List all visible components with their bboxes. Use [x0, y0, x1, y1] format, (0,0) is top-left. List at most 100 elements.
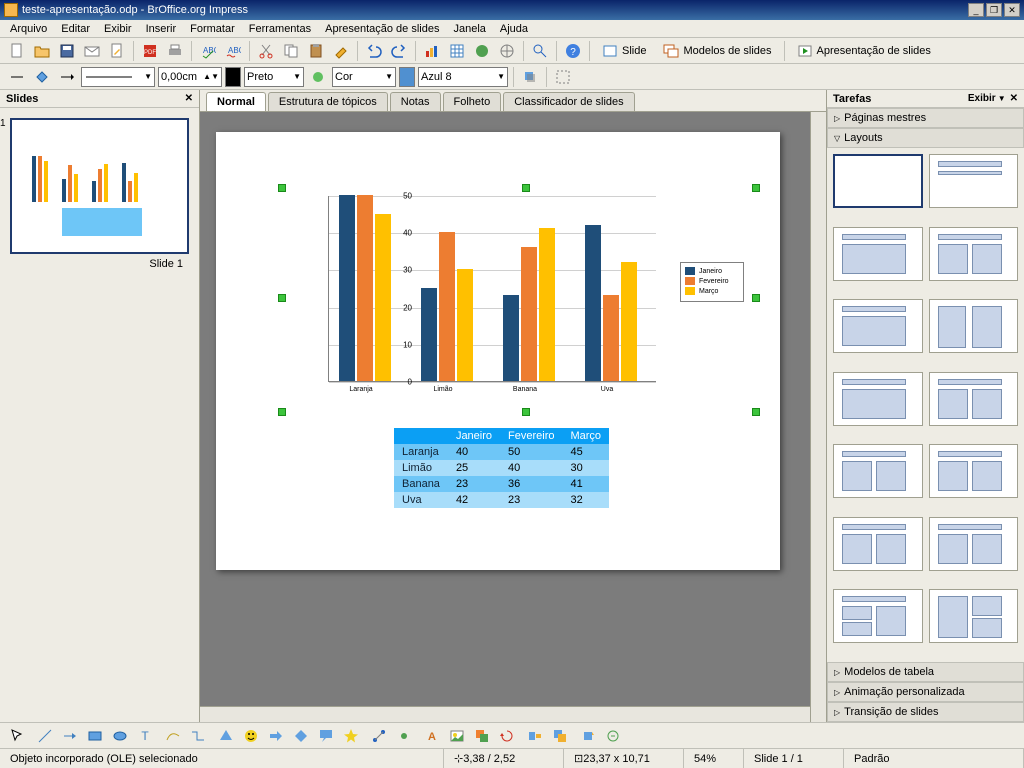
tasks-view-label[interactable]: Exibir — [968, 93, 996, 104]
dropdown-icon[interactable]: ▼ — [998, 94, 1006, 103]
ellipse-icon[interactable] — [109, 725, 131, 747]
vertical-scrollbar[interactable] — [810, 112, 826, 722]
layout-option[interactable] — [929, 227, 1019, 281]
arrow-ends-icon[interactable] — [56, 66, 78, 88]
section-table-models[interactable]: ▷Modelos de tabela — [827, 662, 1024, 682]
shadow-icon[interactable] — [519, 66, 541, 88]
callout-icon[interactable] — [315, 725, 337, 747]
redo-icon[interactable] — [388, 40, 410, 62]
text-icon[interactable]: T — [134, 725, 156, 747]
layout-option[interactable] — [833, 372, 923, 426]
close-button[interactable]: ✕ — [1004, 3, 1020, 17]
mail-icon[interactable] — [81, 40, 103, 62]
layout-option[interactable] — [929, 299, 1019, 353]
line-style-combo[interactable]: ▼ — [81, 67, 155, 87]
layout-option[interactable] — [833, 154, 923, 208]
basic-shapes-icon[interactable] — [215, 725, 237, 747]
edit-doc-icon[interactable] — [106, 40, 128, 62]
gallery-icon[interactable] — [471, 725, 493, 747]
menu-formatar[interactable]: Formatar — [184, 21, 241, 37]
arrange-icon[interactable] — [549, 725, 571, 747]
tab-folheto[interactable]: Folheto — [443, 92, 502, 111]
slide-button[interactable]: Slide — [595, 40, 653, 62]
slide-page[interactable]: 01020304050 LaranjaLimãoBananaUva Janeir… — [216, 132, 780, 570]
line-style-icon[interactable] — [6, 66, 28, 88]
layout-option[interactable] — [929, 517, 1019, 571]
menu-inserir[interactable]: Inserir — [140, 21, 183, 37]
section-masters[interactable]: ▷Páginas mestres — [827, 108, 1024, 128]
rotate-icon[interactable] — [496, 725, 518, 747]
layout-option[interactable] — [929, 372, 1019, 426]
select-icon[interactable] — [6, 725, 28, 747]
selection-handle-icon[interactable] — [752, 184, 760, 192]
curve-icon[interactable] — [162, 725, 184, 747]
line-width-combo[interactable]: 0,00cm▲▼ — [158, 67, 222, 87]
menu-arquivo[interactable]: Arquivo — [4, 21, 53, 37]
position-icon[interactable] — [552, 66, 574, 88]
layout-option[interactable] — [929, 444, 1019, 498]
restore-button[interactable]: ❐ — [986, 3, 1002, 17]
fill-color-combo[interactable]: Azul 8▼ — [418, 67, 508, 87]
spellcheck-icon[interactable]: ABC — [197, 40, 219, 62]
table-icon[interactable] — [446, 40, 468, 62]
section-transition[interactable]: ▷Transição de slides — [827, 702, 1024, 722]
status-zoom[interactable]: 54% — [684, 749, 744, 768]
fill-type-combo[interactable]: Cor▼ — [332, 67, 396, 87]
block-arrow-icon[interactable] — [265, 725, 287, 747]
interaction-icon[interactable] — [602, 725, 624, 747]
new-icon[interactable] — [6, 40, 28, 62]
points-icon[interactable] — [368, 725, 390, 747]
menu-ajuda[interactable]: Ajuda — [494, 21, 534, 37]
zoom-icon[interactable] — [529, 40, 551, 62]
layout-option[interactable] — [833, 227, 923, 281]
pdf-icon[interactable]: PDF — [139, 40, 161, 62]
table-row[interactable]: Banana233641 — [394, 476, 609, 492]
table-row[interactable]: Uva422332 — [394, 492, 609, 508]
fill-color-swatch[interactable] — [399, 67, 415, 87]
align-icon[interactable] — [524, 725, 546, 747]
line-color-combo[interactable]: Preto▼ — [244, 67, 304, 87]
selection-handle-icon[interactable] — [752, 408, 760, 416]
fill-bucket-icon[interactable] — [31, 66, 53, 88]
autospell-icon[interactable]: ABC — [222, 40, 244, 62]
layout-option[interactable] — [929, 154, 1019, 208]
flowchart-icon[interactable] — [290, 725, 312, 747]
glue-icon[interactable] — [393, 725, 415, 747]
smiley-icon[interactable] — [240, 725, 262, 747]
slideshow-button[interactable]: Apresentação de slides — [790, 40, 938, 62]
help-icon[interactable]: ? — [562, 40, 584, 62]
close-panel-icon[interactable]: ✕ — [185, 93, 193, 104]
data-table[interactable]: JaneiroFevereiroMarçoLaranja405045Limão2… — [394, 428, 609, 508]
area-icon[interactable] — [307, 66, 329, 88]
tab-notas[interactable]: Notas — [390, 92, 441, 111]
navigator-icon[interactable] — [496, 40, 518, 62]
minimize-button[interactable]: _ — [968, 3, 984, 17]
fontwork-icon[interactable]: A — [421, 725, 443, 747]
section-layouts[interactable]: ▽Layouts — [827, 128, 1024, 148]
undo-icon[interactable] — [363, 40, 385, 62]
menu-exibir[interactable]: Exibir — [98, 21, 138, 37]
chart-icon[interactable] — [421, 40, 443, 62]
menu-editar[interactable]: Editar — [55, 21, 96, 37]
connector-icon[interactable] — [187, 725, 209, 747]
layout-option[interactable] — [929, 589, 1019, 643]
layout-option[interactable] — [833, 589, 923, 643]
close-icon[interactable]: ✕ — [1010, 93, 1018, 104]
cut-icon[interactable] — [255, 40, 277, 62]
tab-classificador-de-slides[interactable]: Classificador de slides — [503, 92, 634, 111]
paste-icon[interactable] — [305, 40, 327, 62]
canvas[interactable]: 01020304050 LaranjaLimãoBananaUva Janeir… — [200, 112, 826, 722]
line-icon[interactable] — [34, 725, 56, 747]
arrow-icon[interactable] — [59, 725, 81, 747]
layout-option[interactable] — [833, 444, 923, 498]
open-icon[interactable] — [31, 40, 53, 62]
chart[interactable]: 01020304050 LaranjaLimãoBananaUva Janeir… — [284, 192, 744, 410]
horizontal-scrollbar[interactable] — [200, 706, 810, 722]
hyperlink-icon[interactable] — [471, 40, 493, 62]
section-custom-anim[interactable]: ▷Animação personalizada — [827, 682, 1024, 702]
line-color-swatch[interactable] — [225, 67, 241, 87]
tab-normal[interactable]: Normal — [206, 92, 266, 111]
layout-option[interactable] — [833, 517, 923, 571]
format-paint-icon[interactable] — [330, 40, 352, 62]
layout-option[interactable] — [833, 299, 923, 353]
